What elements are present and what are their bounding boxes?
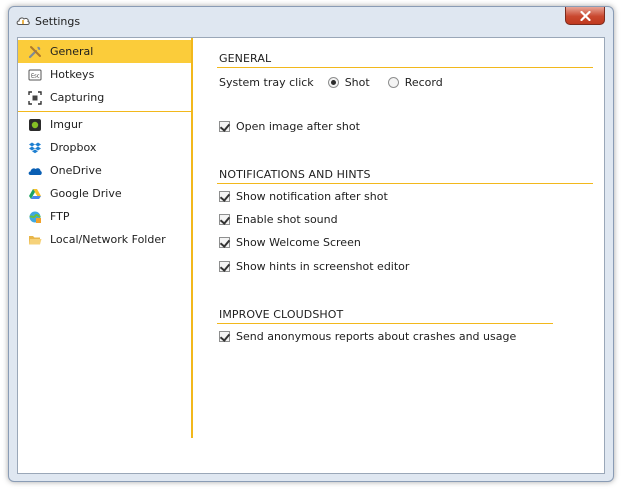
- sidebar-item-label: Dropbox: [50, 141, 97, 154]
- sidebar-item-label: Capturing: [50, 91, 105, 104]
- sidebar-item-label: FTP: [50, 210, 70, 223]
- editor-hints-label[interactable]: Show hints in screenshot editor: [236, 260, 409, 273]
- close-button[interactable]: [565, 7, 605, 25]
- sidebar-item-onedrive[interactable]: OneDrive: [18, 159, 191, 182]
- notification-row[interactable]: Show notification after shot: [219, 188, 388, 204]
- sidebar-item-google-drive[interactable]: Google Drive: [18, 182, 191, 205]
- welcome-screen-checkbox[interactable]: [219, 236, 230, 248]
- title-bar[interactable]: Settings: [9, 7, 613, 35]
- section-title-general: GENERAL: [219, 52, 272, 65]
- sidebar-item-label: Local/Network Folder: [50, 233, 166, 246]
- shot-sound-checkbox[interactable]: [219, 213, 230, 225]
- folder-icon: [29, 235, 42, 244]
- general-settings-panel: GENERAL System tray click Shot Record Op…: [211, 38, 601, 438]
- tray-record-radio[interactable]: [387, 76, 399, 88]
- sidebar-item-local-folder[interactable]: Local/Network Folder: [18, 228, 191, 251]
- imgur-icon: [29, 118, 41, 131]
- dropbox-icon: [29, 142, 41, 153]
- sidebar-item-label: OneDrive: [50, 164, 102, 177]
- svg-text:Esc: Esc: [31, 73, 40, 79]
- sidebar: General Esc Hotkeys Capturing Imgur Drop…: [18, 38, 193, 438]
- open-image-label[interactable]: Open image after shot: [236, 120, 360, 133]
- tray-click-row: System tray click Shot Record: [219, 74, 461, 90]
- anonymous-reports-checkbox[interactable]: [219, 330, 230, 342]
- capture-frame-icon: [28, 90, 42, 105]
- notification-row[interactable]: Show hints in screenshot editor: [219, 258, 409, 274]
- google-drive-icon: [29, 188, 41, 199]
- tray-record-label[interactable]: Record: [405, 76, 443, 89]
- sidebar-item-ftp[interactable]: FTP: [18, 205, 191, 228]
- sidebar-item-label: General: [50, 45, 94, 58]
- tray-click-label: System tray click: [219, 75, 314, 89]
- anonymous-reports-row[interactable]: Send anonymous reports about crashes and…: [219, 328, 516, 344]
- sidebar-item-capturing[interactable]: Capturing: [18, 86, 191, 109]
- notification-row[interactable]: Enable shot sound: [219, 211, 338, 227]
- section-divider: [217, 323, 553, 324]
- section-title-notifications: NOTIFICATIONS AND HINTS: [219, 168, 371, 181]
- welcome-screen-label[interactable]: Show Welcome Screen: [236, 236, 361, 249]
- section-title-improve: IMPROVE CLOUDSHOT: [219, 308, 344, 321]
- close-icon: [580, 11, 591, 21]
- settings-window: Settings General Esc Hotkeys Capturing I…: [8, 6, 614, 482]
- sidebar-item-label: Hotkeys: [50, 68, 95, 81]
- editor-hints-checkbox[interactable]: [219, 260, 230, 272]
- sidebar-item-dropbox[interactable]: Dropbox: [18, 136, 191, 159]
- keyboard-esc-icon: Esc: [28, 69, 42, 80]
- section-divider: [217, 67, 593, 68]
- show-notification-label[interactable]: Show notification after shot: [236, 190, 388, 203]
- sidebar-item-general[interactable]: General: [18, 40, 191, 63]
- sidebar-item-label: Google Drive: [50, 187, 122, 200]
- onedrive-icon: [28, 167, 42, 175]
- settings-client-area: General Esc Hotkeys Capturing Imgur Drop…: [17, 37, 605, 474]
- tray-shot-radio[interactable]: [327, 76, 339, 88]
- open-image-row[interactable]: Open image after shot: [219, 118, 360, 134]
- sidebar-item-hotkeys[interactable]: Esc Hotkeys: [18, 63, 191, 86]
- sidebar-item-label: Imgur: [50, 118, 83, 131]
- tray-shot-label[interactable]: Shot: [345, 76, 370, 89]
- sidebar-cloud-group: Imgur Dropbox OneDrive Google Drive FTP …: [18, 112, 191, 251]
- shot-sound-label[interactable]: Enable shot sound: [236, 213, 338, 226]
- sidebar-item-imgur[interactable]: Imgur: [18, 113, 191, 136]
- notification-row[interactable]: Show Welcome Screen: [219, 234, 361, 250]
- sidebar-general-group: General Esc Hotkeys Capturing: [18, 38, 191, 112]
- ftp-icon: [29, 211, 41, 223]
- section-divider: [217, 183, 593, 184]
- open-image-checkbox[interactable]: [219, 120, 230, 132]
- anonymous-reports-label[interactable]: Send anonymous reports about crashes and…: [236, 330, 516, 343]
- tools-icon: [28, 45, 41, 58]
- window-title: Settings: [35, 15, 81, 28]
- show-notification-checkbox[interactable]: [219, 190, 230, 202]
- cloudshot-app-icon: [16, 17, 30, 25]
